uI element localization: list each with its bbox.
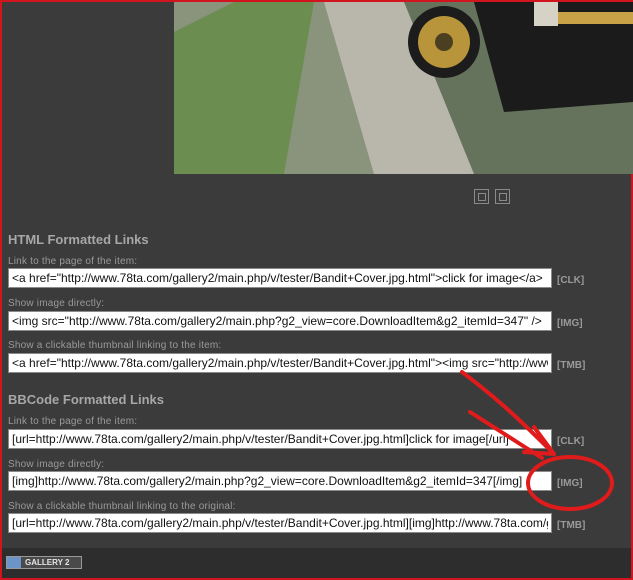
comment-add-icon[interactable] (474, 189, 489, 204)
bbcode-thumb-label: Show a clickable thumbnail linking to th… (8, 501, 236, 512)
bbcode-thumb-field[interactable] (8, 513, 552, 533)
html-image-label: Show image directly: (8, 298, 105, 309)
html-image-tag: [IMG] (557, 318, 583, 329)
popup-window-icon[interactable] (495, 189, 510, 204)
html-thumb-label: Show a clickable thumbnail linking to th… (8, 340, 222, 351)
gallery-item-photo[interactable] (174, 2, 633, 174)
bbcode-thumb-tag: [TMB] (557, 520, 586, 531)
bbcode-links-title: BBCode Formatted Links (8, 392, 165, 407)
bbcode-image-tag: [IMG] (557, 478, 583, 489)
html-link-label: Link to the page of the item: (8, 256, 138, 267)
bbcode-link-field[interactable] (8, 429, 552, 449)
html-thumb-field[interactable] (8, 353, 552, 373)
html-links-title: HTML Formatted Links (8, 232, 149, 247)
car-photo-illustration (174, 2, 633, 174)
gallery-logo-icon (7, 557, 21, 568)
gallery2-badge[interactable]: GALLERY 2 (6, 556, 82, 569)
html-thumb-tag: [TMB] (557, 360, 586, 371)
bbcode-link-tag: [CLK] (557, 436, 585, 447)
html-link-field[interactable] (8, 268, 552, 288)
gallery2-badge-text: GALLERY 2 (25, 558, 70, 567)
bbcode-image-label: Show image directly: (8, 459, 105, 470)
page-frame: HTML Formatted Links Link to the page of… (0, 0, 633, 580)
bbcode-link-label: Link to the page of the item: (8, 416, 138, 427)
item-actions (474, 189, 510, 204)
footer-bar: GALLERY 2 (2, 548, 631, 578)
bbcode-image-field[interactable] (8, 471, 552, 491)
html-image-field[interactable] (8, 311, 552, 331)
html-link-tag: [CLK] (557, 275, 585, 286)
